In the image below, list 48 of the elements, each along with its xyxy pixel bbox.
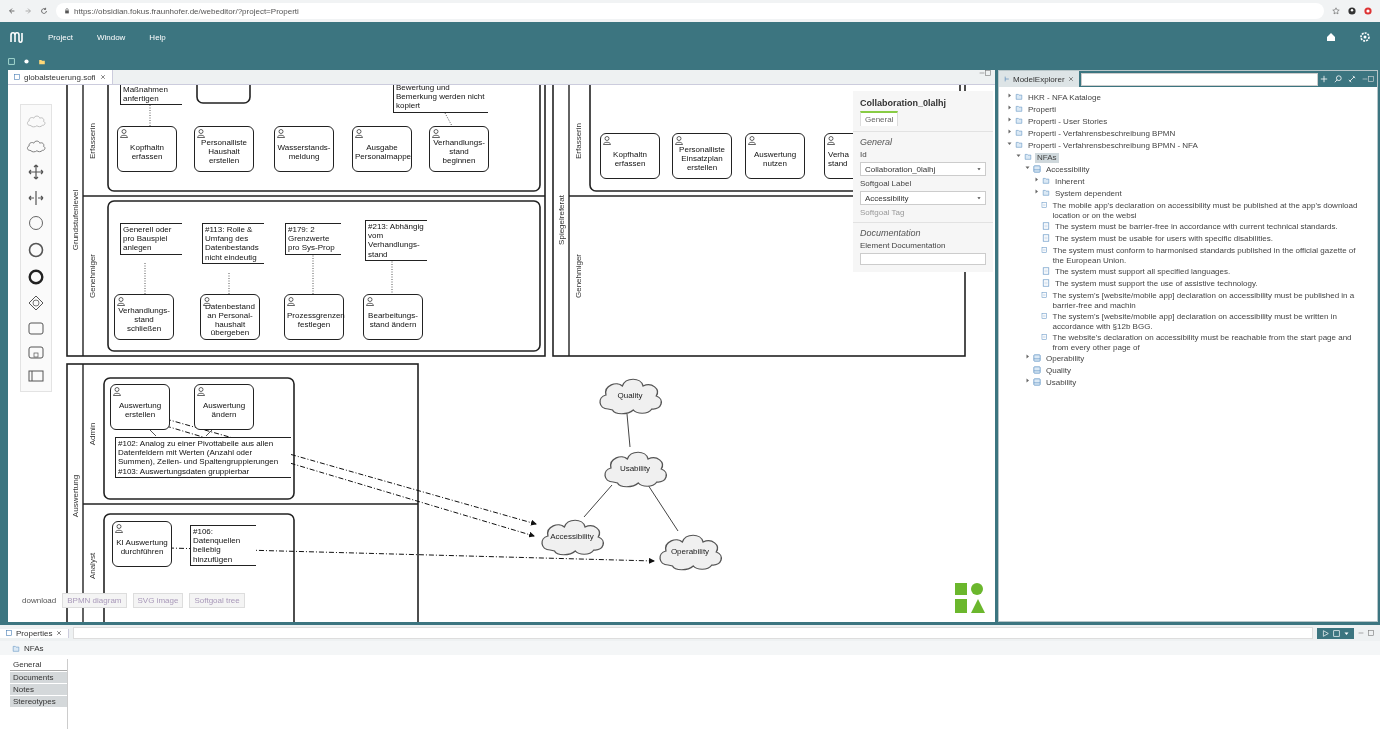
lane-label: Admin — [88, 422, 97, 446]
task-label: Personalliste Einsatzplan erstellen — [678, 146, 726, 173]
annotation: #113: Rolle & Umfang des Datenbestands nicht eindeutig — [202, 223, 264, 264]
task-label: Verhandlungs-stand beginnen — [432, 139, 486, 166]
task-label: Auswertung nutzen — [752, 150, 798, 169]
task-label: KI Auswertung durchführen — [115, 538, 169, 557]
tab-label: Properties — [16, 628, 53, 638]
task-label: Verha stand — [827, 150, 849, 169]
softgoal-label: Quality — [617, 390, 643, 400]
task-label: Kopfhaltn erfassen — [129, 143, 165, 162]
tab-label: ModelExplorer — [1013, 74, 1065, 84]
task-label: Personalliste Haushalt erstellen — [200, 139, 248, 166]
lane-label: Genehmiger — [574, 254, 583, 298]
field-label: Softgoal Label — [860, 179, 913, 188]
lane-label: Erfasserin — [574, 123, 583, 159]
section-heading: Documentation — [860, 228, 922, 238]
annotation: Generell oder pro Bauspiel anlegen — [120, 223, 182, 255]
task-label: Auswertung erstellen — [117, 401, 163, 420]
pool-label: Grundstufenlevel — [71, 189, 80, 251]
field-label: Element Documentation — [860, 241, 947, 250]
tab-label: globalsteuerung.sofi — [24, 72, 96, 82]
softgoal-label: Accessibility — [550, 531, 594, 541]
task-label: Bearbeitungs-stand ändern — [367, 311, 419, 330]
annotation: Bewertung und Bemerkung werden nicht kopiert — [393, 85, 488, 113]
section-heading: General — [860, 137, 894, 147]
task-label: Datenbestand an Personal-haushalt übergeben — [204, 302, 256, 339]
download-label: download — [22, 596, 57, 605]
task-label: Ausgabe Personalmappe — [355, 143, 409, 162]
pool-label: Auswertung — [71, 474, 80, 518]
softgoal-label: Usability — [619, 463, 651, 473]
annotation: #106: Datenquellen beliebig hinzufügen — [190, 525, 256, 566]
lane-label: Erfasserin — [88, 123, 97, 159]
pool-label: Spiegelreferat — [557, 195, 566, 245]
element-title: Collaboration_0lalhj — [860, 98, 947, 108]
lane-label: Genehmiger — [88, 254, 97, 298]
element-name: NFAs — [24, 643, 44, 653]
softgoal-label: Operability — [670, 546, 710, 556]
field-hint: Softgoal Tag — [860, 208, 906, 217]
task-label: Wasserstands-meldung — [277, 143, 331, 162]
annotation: #179: 2 Grenzwerte pro Sys-Prop — [285, 223, 341, 255]
annotation: #102: Analog zu einer Pivottabelle aus allen Datenfeldern mit Werten (Anzahl oder Summen), Zeilen- und Spaltengruppierungen #103: Auswertungsdaten gruppierbar — [115, 437, 291, 478]
task-label: Auswertung ändern — [201, 401, 247, 420]
annotation: Maßnahmen anfertigen — [120, 85, 182, 106]
task-label: Kopfhaltn erfassen — [612, 150, 648, 169]
annotation: #213: Abhängig vom Verhandlungs-stand — [365, 220, 427, 261]
field-label: Id — [860, 150, 868, 159]
task-label: Verhandlungs-stand schließen — [117, 307, 171, 334]
lane-label: Analyst — [88, 552, 97, 580]
